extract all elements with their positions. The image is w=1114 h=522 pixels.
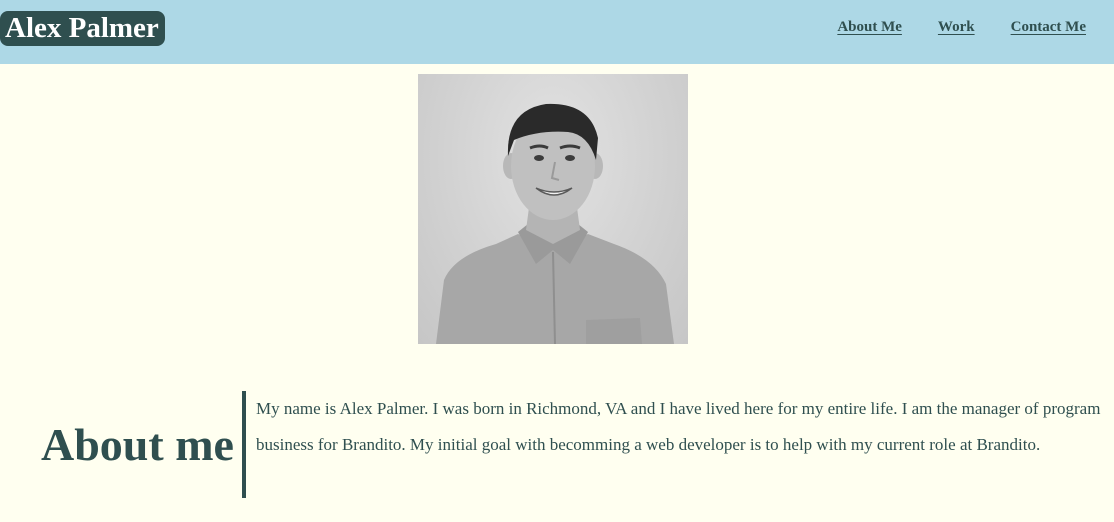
about-paragraph: My name is Alex Palmer. I was born in Ri… <box>256 399 1101 454</box>
about-heading: About me <box>41 419 234 470</box>
site-header: Alex Palmer About Me Work Contact Me <box>0 0 1114 64</box>
site-logo[interactable]: Alex Palmer <box>0 11 165 46</box>
nav-link-contact-me[interactable]: Contact Me <box>1011 19 1086 36</box>
about-divider <box>242 391 246 498</box>
main-nav: About Me Work Contact Me <box>837 19 1086 36</box>
nav-link-about-me[interactable]: About Me <box>837 19 902 36</box>
nav-link-work[interactable]: Work <box>938 19 975 36</box>
portrait-illustration <box>436 103 674 344</box>
portrait-photo <box>418 74 688 344</box>
